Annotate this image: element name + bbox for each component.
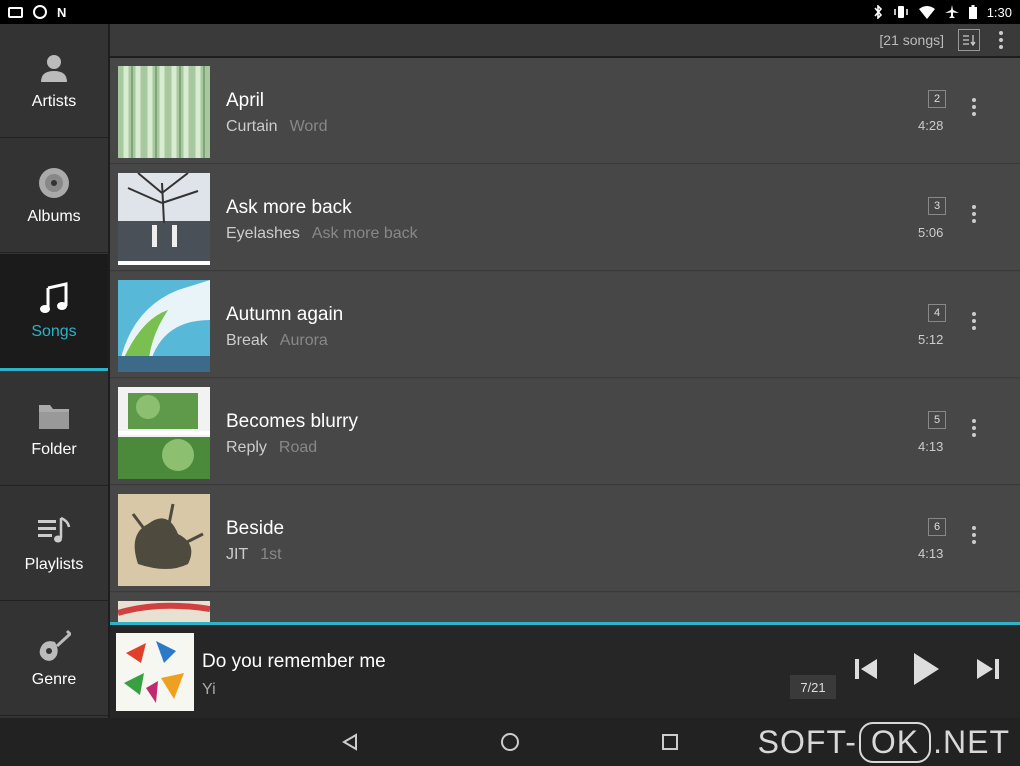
list-item[interactable]: Ask more back Eyelashes Ask more back 3 5… [110,165,1020,271]
song-menu-icon[interactable] [967,205,981,223]
song-count: [21 songs] [879,32,944,48]
skip-previous-icon [855,659,877,679]
list-item[interactable]: Becomes blurry Reply Road 5 4:13 [110,379,1020,485]
song-artist: Reply [226,439,267,456]
queue-position: 7/21 [790,675,836,699]
watermark-text: OK [858,721,932,763]
sidebar-item-label: Genre [31,670,77,688]
song-menu-icon[interactable] [967,419,981,437]
song-title: April [226,90,265,111]
song-album: Ask more back [311,225,418,242]
album-art [118,387,210,479]
song-menu-icon[interactable] [967,98,981,116]
recents-button[interactable] [656,728,684,756]
back-button[interactable] [336,728,364,756]
song-title: Autumn again [226,304,344,325]
now-playing-artist: Yi [202,681,216,698]
now-playing-bar[interactable]: Do you remember me Yi 7/21 [110,622,1020,718]
song-duration: 4:28 [918,118,944,133]
home-icon [501,733,519,751]
list-item[interactable] [110,593,1020,622]
album-icon [37,166,71,200]
song-title: Ask more back [226,197,352,218]
home-button[interactable] [496,728,524,756]
skip-next-icon [977,659,999,679]
song-album: Aurora [279,332,328,349]
airplane-icon [944,5,959,18]
song-menu-icon[interactable] [967,526,981,544]
n-icon: N [57,4,67,20]
sidebar-item-playlists[interactable]: Playlists [0,487,108,601]
song-title: Becomes blurry [226,411,358,432]
guitar-icon [37,629,71,663]
track-number: 6 [928,518,946,536]
sidebar-item-albums[interactable]: Albums [0,139,108,253]
sidebar-item-folder[interactable]: Folder [0,372,108,486]
song-artist: JIT [226,546,249,563]
sidebar: Artists Albums Songs Folder Playlists Ge… [0,24,108,718]
back-icon [342,733,357,751]
overflow-menu-icon[interactable] [994,31,1008,49]
sidebar-item-label: Playlists [24,555,84,573]
image-notification-icon [8,6,23,18]
sidebar-item-artists[interactable]: Artists [0,24,108,138]
list-item[interactable]: April Curtain Word 2 4:28 [110,58,1020,164]
song-duration: 5:06 [918,225,944,240]
playlist-icon [37,514,71,548]
battery-icon [968,5,977,19]
status-bar: N 1:30 [0,0,1020,24]
track-number: 2 [928,90,946,108]
next-button[interactable] [972,649,1004,689]
vibrate-icon [893,6,908,18]
music-note-icon [37,281,71,315]
list-item[interactable]: Beside JIT 1st 6 4:13 [110,486,1020,592]
album-art [118,66,210,158]
sidebar-item-label: Artists [31,92,77,110]
sidebar-item-genre[interactable]: Genre [0,602,108,716]
song-artist: Curtain [226,118,278,135]
track-number: 4 [928,304,946,322]
list-header: [21 songs] [110,24,1020,56]
sort-button[interactable] [958,29,980,51]
sync-icon [33,5,47,19]
song-duration: 4:13 [918,546,944,561]
navigation-bar: SOFT- OK .NET [0,718,1020,766]
song-artist: Eyelashes [226,225,300,242]
song-album: Word [289,118,328,135]
watermark: SOFT- OK .NET [758,718,1010,766]
watermark-text: SOFT- [757,723,857,760]
artist-icon [37,51,71,85]
album-art [118,601,210,622]
track-number: 5 [928,411,946,429]
play-button[interactable] [906,645,946,693]
song-duration: 5:12 [918,332,944,347]
folder-icon [37,399,71,433]
sidebar-item-label: Albums [27,207,81,225]
watermark-text: .NET [933,723,1010,760]
recents-icon [662,734,678,750]
sidebar-item-songs[interactable]: Songs [0,254,108,371]
sort-icon [963,35,976,46]
song-title: Beside [226,518,285,539]
now-playing-title: Do you remember me [202,651,386,672]
track-number: 3 [928,197,946,215]
now-playing-art [116,633,194,711]
song-list: April Curtain Word 2 4:28 Ask more back E… [110,58,1020,622]
bluetooth-icon [874,5,882,19]
play-icon [914,653,939,685]
song-album: Road [278,439,318,456]
wifi-icon [918,5,935,19]
album-art [118,280,210,372]
song-menu-icon[interactable] [967,312,981,330]
album-art [118,173,210,265]
album-art [118,494,210,586]
song-duration: 4:13 [918,439,944,454]
song-artist: Break [226,332,268,349]
clock: 1:30 [986,4,1012,20]
list-item[interactable]: Autumn again Break Aurora 4 5:12 [110,272,1020,378]
song-album: 1st [260,546,282,563]
sidebar-item-label: Songs [31,323,77,340]
sidebar-item-label: Folder [31,440,77,458]
previous-button[interactable] [850,649,882,689]
